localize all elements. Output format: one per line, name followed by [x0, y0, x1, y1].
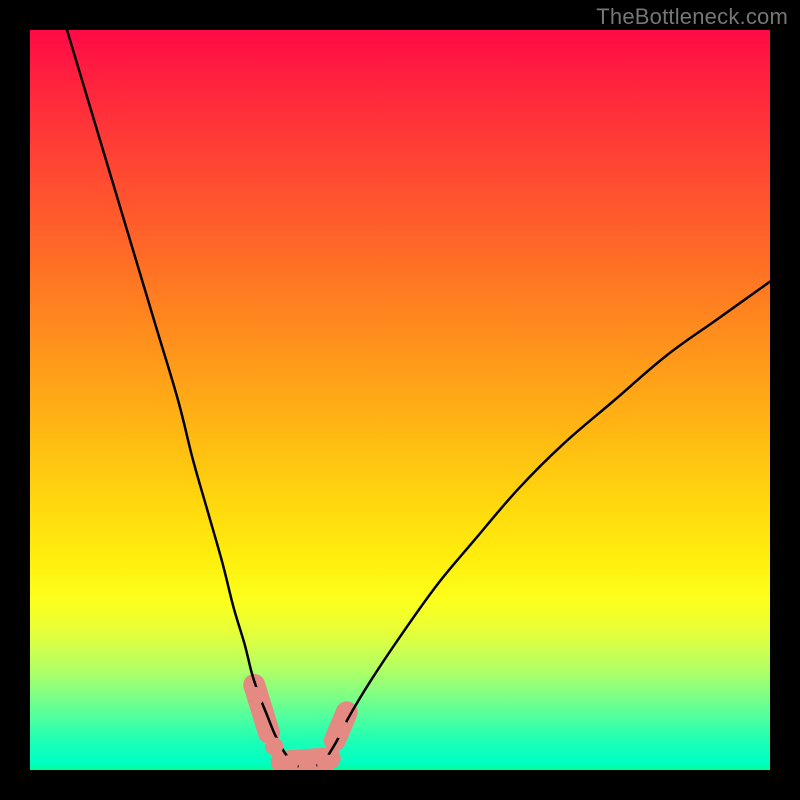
plot-background — [30, 30, 770, 770]
watermark-text: TheBottleneck.com — [596, 4, 788, 30]
chart-frame: TheBottleneck.com — [0, 0, 800, 800]
